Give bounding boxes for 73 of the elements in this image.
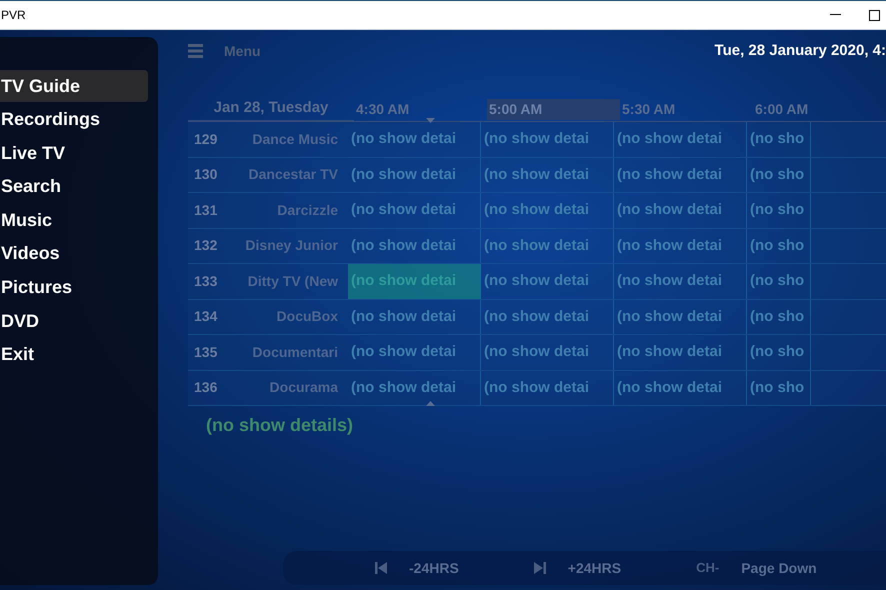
channel-number: 129 xyxy=(193,130,218,149)
program-cell[interactable]: (no sho xyxy=(747,158,811,192)
channel-name: DocuBox xyxy=(276,307,339,326)
guide-date: Jan 28, Tuesday xyxy=(188,97,354,121)
program-cell[interactable]: (no show detai xyxy=(481,335,614,370)
time-slot: 5:30 AM xyxy=(620,98,753,120)
program-cell[interactable]: (no show detai xyxy=(614,122,747,156)
program-cell[interactable]: (no show detai xyxy=(348,300,481,334)
channel-name: Dance Music xyxy=(251,130,339,149)
channel-number: 134 xyxy=(193,307,218,326)
program-cell[interactable]: (no show detai xyxy=(481,370,614,405)
menu-item[interactable]: Videos xyxy=(0,238,148,270)
time-marker-icon xyxy=(426,401,435,406)
window-title: PVR xyxy=(1,7,26,24)
program-cell[interactable]: (no show detai xyxy=(348,158,481,192)
maximize-icon[interactable] xyxy=(869,10,880,20)
footer-action[interactable]: Page Down xyxy=(741,558,817,578)
channel-number: 132 xyxy=(193,236,218,256)
channel-number: 131 xyxy=(193,200,218,220)
program-cell[interactable]: (no show detai xyxy=(481,300,614,334)
channel-number: 135 xyxy=(193,342,218,362)
program-cell[interactable]: (no show detai xyxy=(481,264,614,298)
channel-name: Dancestar TV xyxy=(248,165,339,184)
channel-name: Disney Junior xyxy=(244,236,339,256)
program-cell[interactable]: (no show detai xyxy=(481,228,614,263)
menu-item[interactable]: Recordings xyxy=(0,104,148,136)
skip-back-icon xyxy=(375,562,387,574)
minimize-icon[interactable] xyxy=(830,14,841,16)
menu-item[interactable]: TV Guide xyxy=(0,70,148,102)
program-cell[interactable]: (no show detai xyxy=(348,228,481,263)
program-cell[interactable]: (no show detai xyxy=(614,228,747,263)
date-time: Tue, 28 January 2020, 4: xyxy=(714,40,886,61)
program-cell[interactable]: (no show detai xyxy=(348,122,481,156)
program-cell[interactable]: (no show detai xyxy=(614,158,747,192)
channel-name: Documentari xyxy=(251,342,339,362)
program-details: (no show details) xyxy=(206,414,354,437)
key-label: CH- xyxy=(696,559,720,578)
channel-number: 133 xyxy=(193,272,218,291)
program-cell[interactable]: (no show detai xyxy=(348,193,481,228)
menu-item[interactable]: DVD xyxy=(0,305,148,338)
skip-forward-icon xyxy=(534,562,546,574)
time-slot: 4:30 AM xyxy=(354,98,487,120)
program-cell[interactable]: (no sho xyxy=(747,193,811,228)
program-cell[interactable]: (no show detai xyxy=(614,264,747,298)
menu-item[interactable]: Exit xyxy=(0,338,148,371)
program-cell[interactable]: (no sho xyxy=(747,228,811,263)
program-cell[interactable]: (no show detai xyxy=(614,300,747,334)
program-cell[interactable]: (no show detai xyxy=(614,335,747,370)
menu-item[interactable]: Live TV xyxy=(0,137,148,170)
program-cell[interactable]: (no sho xyxy=(747,264,811,298)
menu-button[interactable]: Menu xyxy=(224,40,261,62)
program-cell[interactable]: (no sho xyxy=(747,370,811,405)
program-cell[interactable]: (no show detai xyxy=(481,158,614,192)
channel-number: 136 xyxy=(193,378,218,398)
program-cell[interactable]: (no sho xyxy=(747,335,811,370)
channel-number: 130 xyxy=(193,165,218,184)
channel-name: Docurama xyxy=(268,378,340,398)
program-cell[interactable]: (no show detai xyxy=(614,370,747,405)
program-cell[interactable]: (no show detai xyxy=(614,193,747,228)
footer-action[interactable]: +24HRS xyxy=(568,558,622,578)
menu-item[interactable]: Search xyxy=(0,170,148,203)
program-cell[interactable]: (no show detai xyxy=(481,122,614,156)
program-cell[interactable]: (no sho xyxy=(747,122,811,156)
time-slot: 6:00 AM xyxy=(753,98,886,120)
time-slot: 5:00 AM xyxy=(487,98,620,120)
program-cell[interactable]: (no show detai xyxy=(481,193,614,228)
program-cell[interactable]: (no show detai xyxy=(348,335,481,370)
channel-name: Darcizzle xyxy=(276,200,339,220)
menu-item[interactable]: Pictures xyxy=(0,272,148,304)
channel-name: Ditty TV (New xyxy=(246,272,339,291)
footer-action[interactable]: -24HRS xyxy=(409,558,459,578)
menu-item[interactable]: Music xyxy=(0,204,148,236)
program-cell[interactable]: (no sho xyxy=(747,300,811,334)
